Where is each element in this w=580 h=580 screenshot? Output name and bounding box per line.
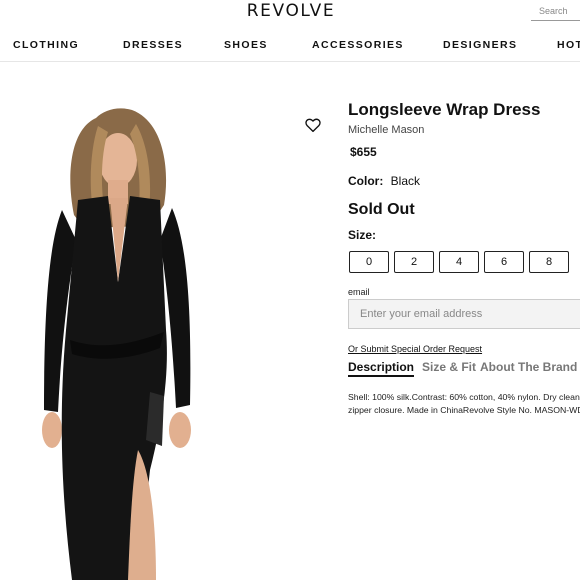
nav-item-dresses[interactable]: DRESSES	[123, 39, 183, 51]
nav-item-clothing[interactable]: CLOTHING	[13, 39, 79, 51]
product-image[interactable]	[0, 62, 300, 580]
product-title: Longsleeve Wrap Dress	[348, 100, 541, 119]
search-input[interactable]: Search	[531, 2, 580, 21]
size-option-0[interactable]: 0	[349, 251, 389, 273]
tab-about-brand[interactable]: About The Brand	[480, 360, 577, 375]
size-option-4[interactable]: 4	[439, 251, 479, 273]
product-designer[interactable]: Michelle Mason	[348, 124, 424, 136]
nav-item-shoes[interactable]: SHOES	[224, 39, 268, 51]
nav-item-accessories[interactable]: ACCESSORIES	[312, 39, 404, 51]
product-description: Shell: 100% silk.Contrast: 60% cotton, 4…	[348, 391, 580, 417]
color-value: Black	[390, 174, 421, 188]
special-order-link[interactable]: Or Submit Special Order Request	[348, 344, 482, 354]
size-option-2[interactable]: 2	[394, 251, 434, 273]
main-nav: CLOTHING DRESSES SHOES ACCESSORIES DESIG…	[0, 36, 580, 56]
nav-item-hot[interactable]: HOT	[557, 39, 580, 51]
size-option-8[interactable]: 8	[529, 251, 569, 273]
availability-status: Sold Out	[348, 201, 415, 218]
email-field[interactable]	[348, 299, 580, 329]
search-placeholder: Search	[539, 6, 568, 16]
size-label: Size:	[348, 228, 377, 242]
color-row: Color: Black	[348, 174, 420, 188]
nav-item-designers[interactable]: DESIGNERS	[443, 39, 517, 51]
color-label: Color:	[348, 174, 384, 188]
size-option-6[interactable]: 6	[484, 251, 524, 273]
tab-size-fit[interactable]: Size & Fit	[422, 360, 476, 375]
description-line-1: Shell: 100% silk.Contrast: 60% cotton, 4…	[348, 392, 580, 402]
tab-description[interactable]: Description	[348, 360, 415, 377]
site-logo[interactable]: REVOLVE	[0, 1, 580, 21]
heart-outline-icon[interactable]	[304, 116, 322, 134]
email-label: email	[348, 287, 370, 297]
description-line-2: zipper closure. Made in ChinaRevolve Sty…	[348, 405, 580, 415]
product-price: $655	[350, 145, 377, 159]
product-page: REVOLVE Search CLOTHING DRESSES SHOES AC…	[0, 0, 580, 580]
